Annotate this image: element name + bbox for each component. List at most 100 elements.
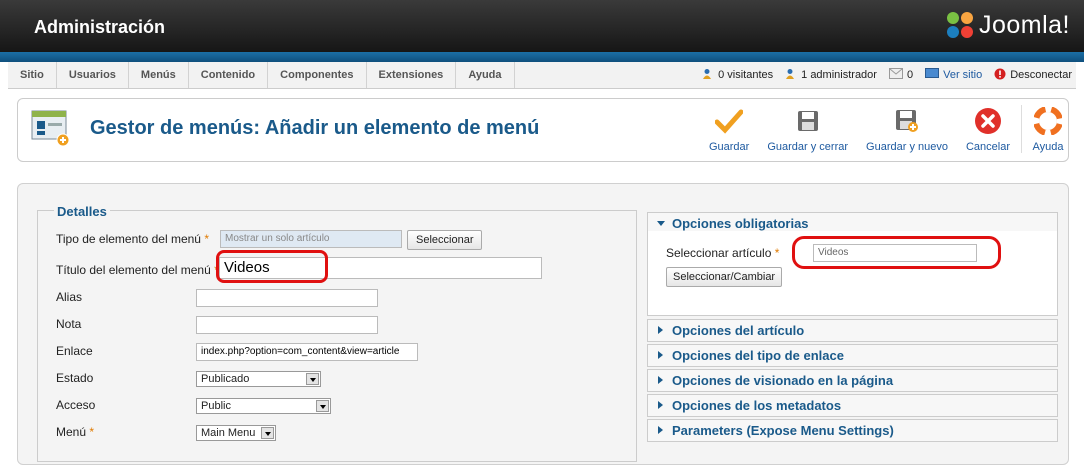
cancel-button[interactable]: Cancelar [966, 105, 1010, 153]
state-select[interactable]: Publicado [196, 371, 321, 387]
visitors-count: 0 visitantes [718, 69, 774, 81]
lifebuoy-icon [1032, 105, 1064, 137]
messages-status[interactable]: 0 [888, 68, 914, 82]
checkmark-icon [713, 105, 745, 137]
admins-status: 1 administrador [785, 68, 877, 83]
access-select[interactable]: Public [196, 398, 331, 414]
admin-header: Administración Joomla! [0, 0, 1084, 52]
mail-icon [888, 68, 903, 82]
panel-title: Opciones de los metadatos [672, 398, 842, 413]
type-label-text: Tipo de elemento del menú [56, 232, 201, 246]
highlight-title-annotation [216, 250, 328, 283]
cancel-label: Cancelar [965, 141, 1010, 153]
alias-input[interactable] [196, 289, 378, 307]
dropdown-arrow-icon [316, 400, 329, 412]
collapsed-arrow-icon [658, 376, 663, 384]
joomla-logo: Joomla! [946, 11, 1070, 40]
select-article-label: Seleccionar artículo * [666, 246, 779, 260]
joomla-mark-icon [946, 11, 975, 40]
panel-title: Opciones del tipo de enlace [672, 348, 844, 363]
menu-item-help[interactable]: Ayuda [456, 62, 515, 88]
page-title: Gestor de menús: Añadir un elemento de m… [90, 117, 540, 139]
logout-link[interactable]: Desconectar [994, 68, 1072, 83]
type-field-label: Tipo de elemento del menú * [56, 232, 209, 246]
state-value: Publicado [201, 373, 250, 385]
required-options-title: Opciones obligatorias [672, 216, 809, 231]
panel-title: Opciones de visionado en la página [672, 373, 894, 388]
panel-metadata-options[interactable]: Opciones de los metadatos [647, 394, 1058, 417]
note-label: Nota [56, 317, 82, 331]
main-menu: Sitio Usuarios Menús Contenido Component… [8, 62, 515, 88]
link-label: Enlace [56, 344, 93, 358]
access-value: Public [201, 400, 231, 412]
collapsed-arrow-icon [658, 326, 663, 334]
admin-title: Administración [34, 17, 166, 37]
alias-label: Alias [56, 290, 83, 304]
details-legend: Detalles [54, 204, 110, 219]
panel-link-type-options[interactable]: Opciones del tipo de enlace [647, 344, 1058, 367]
menu-item-users[interactable]: Usuarios [57, 62, 129, 88]
main-menu-bar: Sitio Usuarios Menús Contenido Component… [8, 62, 1076, 89]
link-input: index.php?option=com_content&view=articl… [196, 343, 418, 361]
save-new-button[interactable]: Guardar y nuevo [866, 105, 948, 153]
dropdown-arrow-icon [306, 373, 319, 385]
toolbar-actions: Guardar Guardar y cerrar Guardar y nuevo… [700, 105, 1068, 153]
collapsed-arrow-icon [658, 426, 663, 434]
logout-icon [994, 68, 1006, 83]
menu-manager-icon [30, 109, 70, 147]
menu-select[interactable]: Main Menu [196, 425, 276, 441]
monitor-icon [925, 68, 940, 82]
admin-user-icon [785, 68, 797, 83]
joomla-wordmark: Joomla! [978, 11, 1070, 39]
title-field-label: Título del elemento del menú * [56, 263, 219, 277]
required-mark: * [774, 246, 780, 260]
save-close-button[interactable]: Guardar y cerrar [767, 105, 848, 153]
title-label-text: Título del elemento del menú [56, 263, 211, 277]
menu-item-type-field: Mostrar un solo artículo [220, 230, 402, 248]
required-mark: * [204, 232, 209, 246]
page-toolbar: Gestor de menús: Añadir un elemento de m… [17, 98, 1069, 162]
view-site-link[interactable]: Ver sitio [925, 68, 982, 82]
note-input[interactable] [196, 316, 378, 334]
floppy-icon [792, 105, 824, 137]
required-mark: * [89, 425, 95, 439]
save-new-label: Guardar y nuevo [866, 141, 948, 153]
state-label: Estado [56, 371, 94, 385]
help-label: Ayuda [1032, 141, 1064, 153]
select-article-text: Seleccionar artículo [666, 246, 772, 260]
status-bar: 0 visitantes 1 administrador 0 Ver sitio… [690, 62, 1072, 88]
collapsed-arrow-icon [658, 401, 663, 409]
select-change-article-button[interactable]: Seleccionar/Cambiar [666, 267, 783, 287]
panel-expose-menu-settings[interactable]: Parameters (Expose Menu Settings) [647, 419, 1058, 442]
menu-item-content[interactable]: Contenido [189, 62, 269, 88]
messages-count: 0 [906, 69, 914, 81]
save-close-label: Guardar y cerrar [767, 141, 849, 153]
menu-item-components[interactable]: Componentes [268, 62, 367, 88]
help-button[interactable]: Ayuda [1021, 105, 1064, 153]
menu-item-extensions[interactable]: Extensiones [367, 62, 457, 88]
menu-item-menus[interactable]: Menús [129, 62, 189, 88]
collapsed-arrow-icon [658, 351, 663, 359]
users-icon [702, 68, 714, 83]
cancel-icon [972, 105, 1004, 137]
expanded-arrow-icon [657, 221, 665, 226]
panel-page-display-options[interactable]: Opciones de visionado en la página [647, 369, 1058, 392]
logout-label: Desconectar [1010, 69, 1072, 81]
panel-article-options[interactable]: Opciones del artículo [647, 319, 1058, 342]
admins-count: 1 administrador [801, 69, 877, 81]
save-button[interactable]: Guardar [709, 105, 749, 153]
dropdown-arrow-icon [261, 427, 274, 439]
highlight-article-annotation [792, 236, 1001, 269]
access-label: Acceso [56, 398, 96, 412]
panel-title: Opciones del artículo [672, 323, 805, 338]
view-site-label[interactable]: Ver sitio [943, 69, 982, 81]
menu-field-label: Menú * [56, 425, 94, 439]
floppy-add-icon [891, 105, 923, 137]
select-type-button[interactable]: Seleccionar [407, 230, 483, 250]
header-stripe [0, 52, 1084, 62]
visitors-status: 0 visitantes [702, 68, 773, 83]
menu-label-text: Menú [56, 425, 87, 439]
save-label: Guardar [708, 141, 750, 153]
panel-title: Parameters (Expose Menu Settings) [672, 423, 894, 438]
menu-item-site[interactable]: Sitio [8, 62, 57, 88]
